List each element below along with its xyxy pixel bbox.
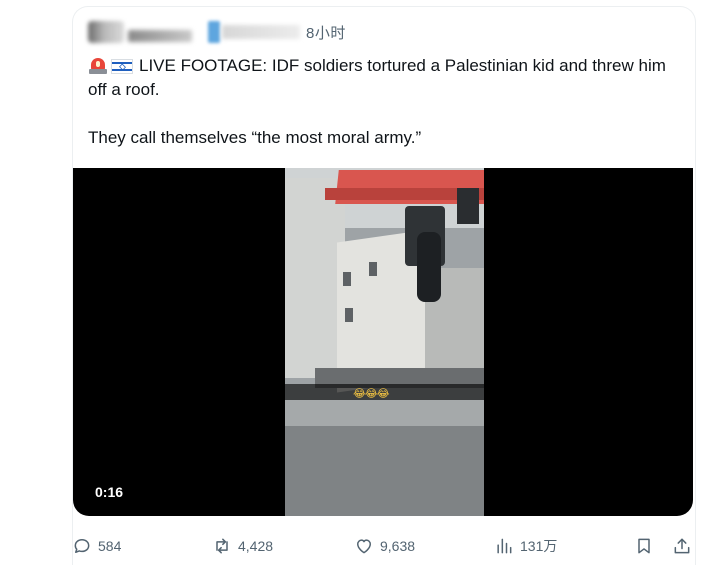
avatar[interactable] [88,21,124,43]
share-icon [674,538,690,554]
views-count: 131万 [520,538,558,554]
reply-icon [74,539,90,553]
post-text-line-1: LIVE FOOTAGE: IDF soldiers tortured a Pa… [88,54,688,102]
post-timestamp[interactable]: 8小时 [306,22,346,43]
heart-icon [357,539,371,554]
like-button[interactable]: 9,638 [354,532,415,560]
share-button[interactable] [672,532,692,560]
rotating-light-icon [88,56,108,74]
repost-icon [216,538,228,554]
israel-flag-icon [111,59,133,74]
repost-count: 4,428 [238,538,274,554]
post-header: 8小时 [88,18,346,46]
verified-badge-icon [208,21,220,43]
bookmark-button[interactable] [634,532,654,560]
video-caption-emojis: 😂😂😂 [353,387,390,400]
video-frame[interactable]: 😂😂😂 [285,168,484,516]
analytics-icon [497,538,512,554]
post-text-content: LIVE FOOTAGE: IDF soldiers tortured a Pa… [88,56,666,99]
author-name-redacted[interactable] [128,30,192,42]
video-duration: 0:16 [95,484,124,500]
views-button[interactable]: 131万 [494,532,557,560]
post-text: LIVE FOOTAGE: IDF soldiers tortured a Pa… [88,54,688,150]
repost-button[interactable]: 4,428 [212,532,273,560]
post-text-line-2: They call themselves “the most moral arm… [88,128,422,147]
bookmark-icon [638,538,650,554]
reply-count: 584 [98,538,122,554]
post-actions: 584 4,428 9,638 131万 [72,532,698,560]
like-count: 9,638 [380,538,416,554]
video-player[interactable]: 😂😂😂 0:16 [73,168,693,516]
reply-button[interactable]: 584 [72,532,121,560]
author-handle-redacted[interactable] [222,25,300,39]
